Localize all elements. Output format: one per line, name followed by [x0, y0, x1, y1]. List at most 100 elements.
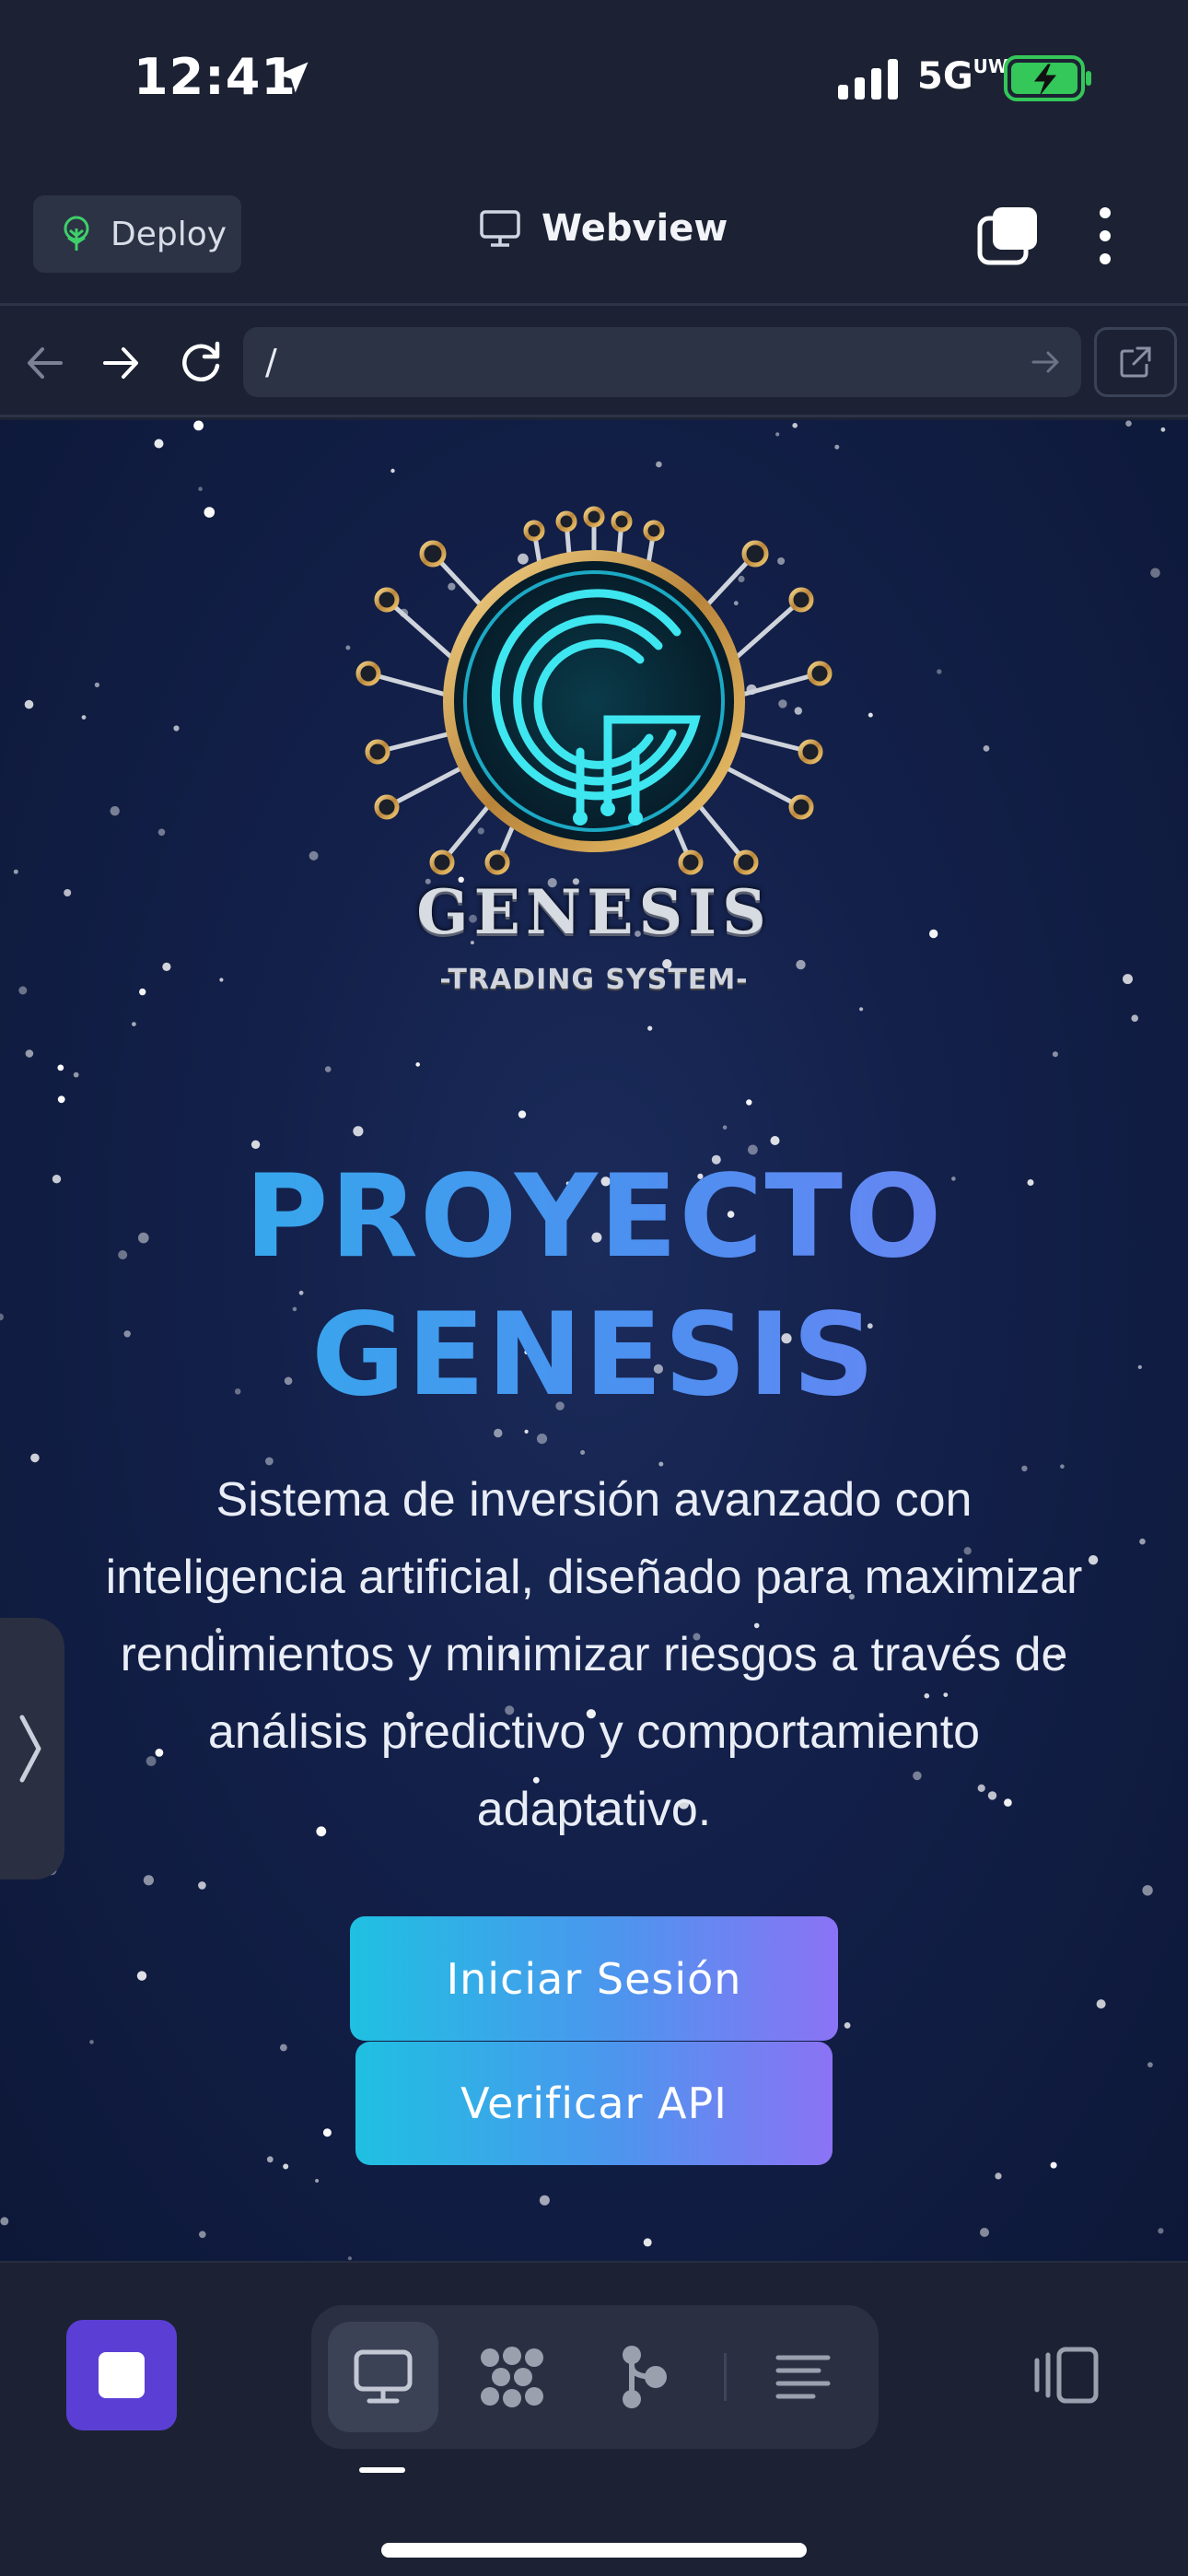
star	[157, 828, 166, 837]
star	[980, 2228, 989, 2237]
star	[280, 2043, 287, 2052]
star	[1052, 1051, 1058, 1058]
star	[1139, 1538, 1146, 1545]
star	[353, 1126, 364, 1137]
star	[25, 1049, 34, 1058]
external-link-icon	[1120, 346, 1151, 378]
star	[524, 1429, 529, 1434]
tool-separator	[724, 2353, 727, 2401]
stop-button[interactable]	[66, 2320, 177, 2430]
bottom-toolbar	[0, 2261, 1188, 2576]
webview-title-label: Webview	[542, 207, 728, 250]
star	[995, 2172, 1002, 2180]
tabs-icon[interactable]	[976, 205, 1041, 266]
star	[143, 1875, 154, 1886]
star	[775, 432, 780, 437]
star	[193, 420, 204, 431]
url-bar	[0, 309, 1188, 417]
workflow-icon	[623, 2346, 667, 2408]
star	[536, 1434, 548, 1445]
verify-api-button[interactable]: Verificar API	[355, 2042, 833, 2165]
device-preview-icon[interactable]	[1031, 2346, 1100, 2405]
webview-icon	[354, 2349, 413, 2404]
go-arrow-icon[interactable]	[1028, 344, 1065, 381]
star	[834, 444, 840, 450]
battery-charging-icon	[1004, 55, 1091, 101]
star	[57, 1064, 64, 1071]
star	[647, 1025, 653, 1031]
star	[24, 699, 34, 709]
star	[539, 2195, 550, 2206]
tool-workflow[interactable]	[589, 2322, 700, 2432]
star	[1160, 427, 1166, 432]
webview-title: Webview	[479, 207, 728, 250]
star	[89, 2040, 94, 2044]
url-input[interactable]	[243, 327, 1081, 397]
star	[0, 2217, 9, 2226]
star	[322, 2128, 332, 2137]
stop-icon	[99, 2352, 145, 2398]
home-indicator	[381, 2543, 807, 2558]
deploy-icon	[64, 216, 89, 251]
star	[199, 2231, 206, 2239]
tool-webview[interactable]	[328, 2322, 438, 2432]
star	[81, 715, 87, 720]
star	[347, 2256, 352, 2261]
star	[198, 1881, 206, 1890]
star	[415, 1062, 421, 1067]
star	[30, 1453, 40, 1463]
logo-brand-text: GENESIS	[416, 876, 772, 948]
star	[57, 1095, 65, 1104]
forward-arrow-icon[interactable]	[98, 340, 144, 386]
console-icon	[775, 2355, 831, 2399]
star	[1150, 568, 1160, 579]
star	[792, 423, 798, 428]
star	[746, 1099, 752, 1106]
star	[73, 1071, 79, 1078]
star	[324, 1066, 332, 1072]
star	[154, 439, 164, 449]
star	[770, 1136, 780, 1145]
hero-title-line1: PROYECTO	[0, 1148, 1188, 1286]
star	[110, 806, 120, 816]
star	[1147, 2062, 1153, 2067]
more-options-icon[interactable]	[1087, 205, 1124, 266]
star	[13, 869, 18, 874]
tool-switcher	[311, 2305, 879, 2449]
tool-console[interactable]	[748, 2322, 858, 2432]
star	[173, 725, 180, 732]
star	[580, 1450, 586, 1455]
star	[983, 745, 990, 752]
star	[132, 1022, 136, 1026]
apps-grid-icon	[481, 2347, 543, 2407]
star	[722, 1125, 728, 1130]
tool-apps[interactable]	[457, 2322, 567, 2432]
open-external-button[interactable]	[1094, 327, 1177, 397]
star	[643, 2238, 652, 2247]
status-bar: 12:41 5GUW	[0, 0, 1188, 170]
star	[518, 1110, 527, 1118]
app-header: Deploy Webview	[0, 170, 1188, 306]
active-tool-indicator	[359, 2467, 405, 2473]
reload-icon[interactable]	[175, 336, 227, 388]
star	[204, 507, 215, 518]
star	[494, 1428, 503, 1438]
star	[1131, 1014, 1138, 1022]
deploy-button[interactable]: Deploy	[33, 195, 241, 273]
star	[266, 2156, 274, 2163]
star	[1125, 420, 1132, 427]
login-button[interactable]: Iniciar Sesión	[350, 1916, 838, 2041]
star	[198, 486, 203, 491]
network-type: 5GUW	[917, 55, 1008, 98]
star	[390, 468, 395, 474]
side-panel-handle[interactable]	[0, 1618, 64, 1879]
star	[868, 712, 873, 718]
location-arrow-icon	[277, 62, 309, 93]
hero-description: Sistema de inversión avanzado con inteli…	[105, 1473, 1083, 1836]
star	[1142, 1885, 1153, 1896]
star	[1088, 1555, 1099, 1565]
back-arrow-icon[interactable]	[22, 340, 68, 386]
star	[859, 1007, 864, 1012]
star	[1096, 1999, 1106, 2009]
monitor-icon	[480, 210, 520, 247]
